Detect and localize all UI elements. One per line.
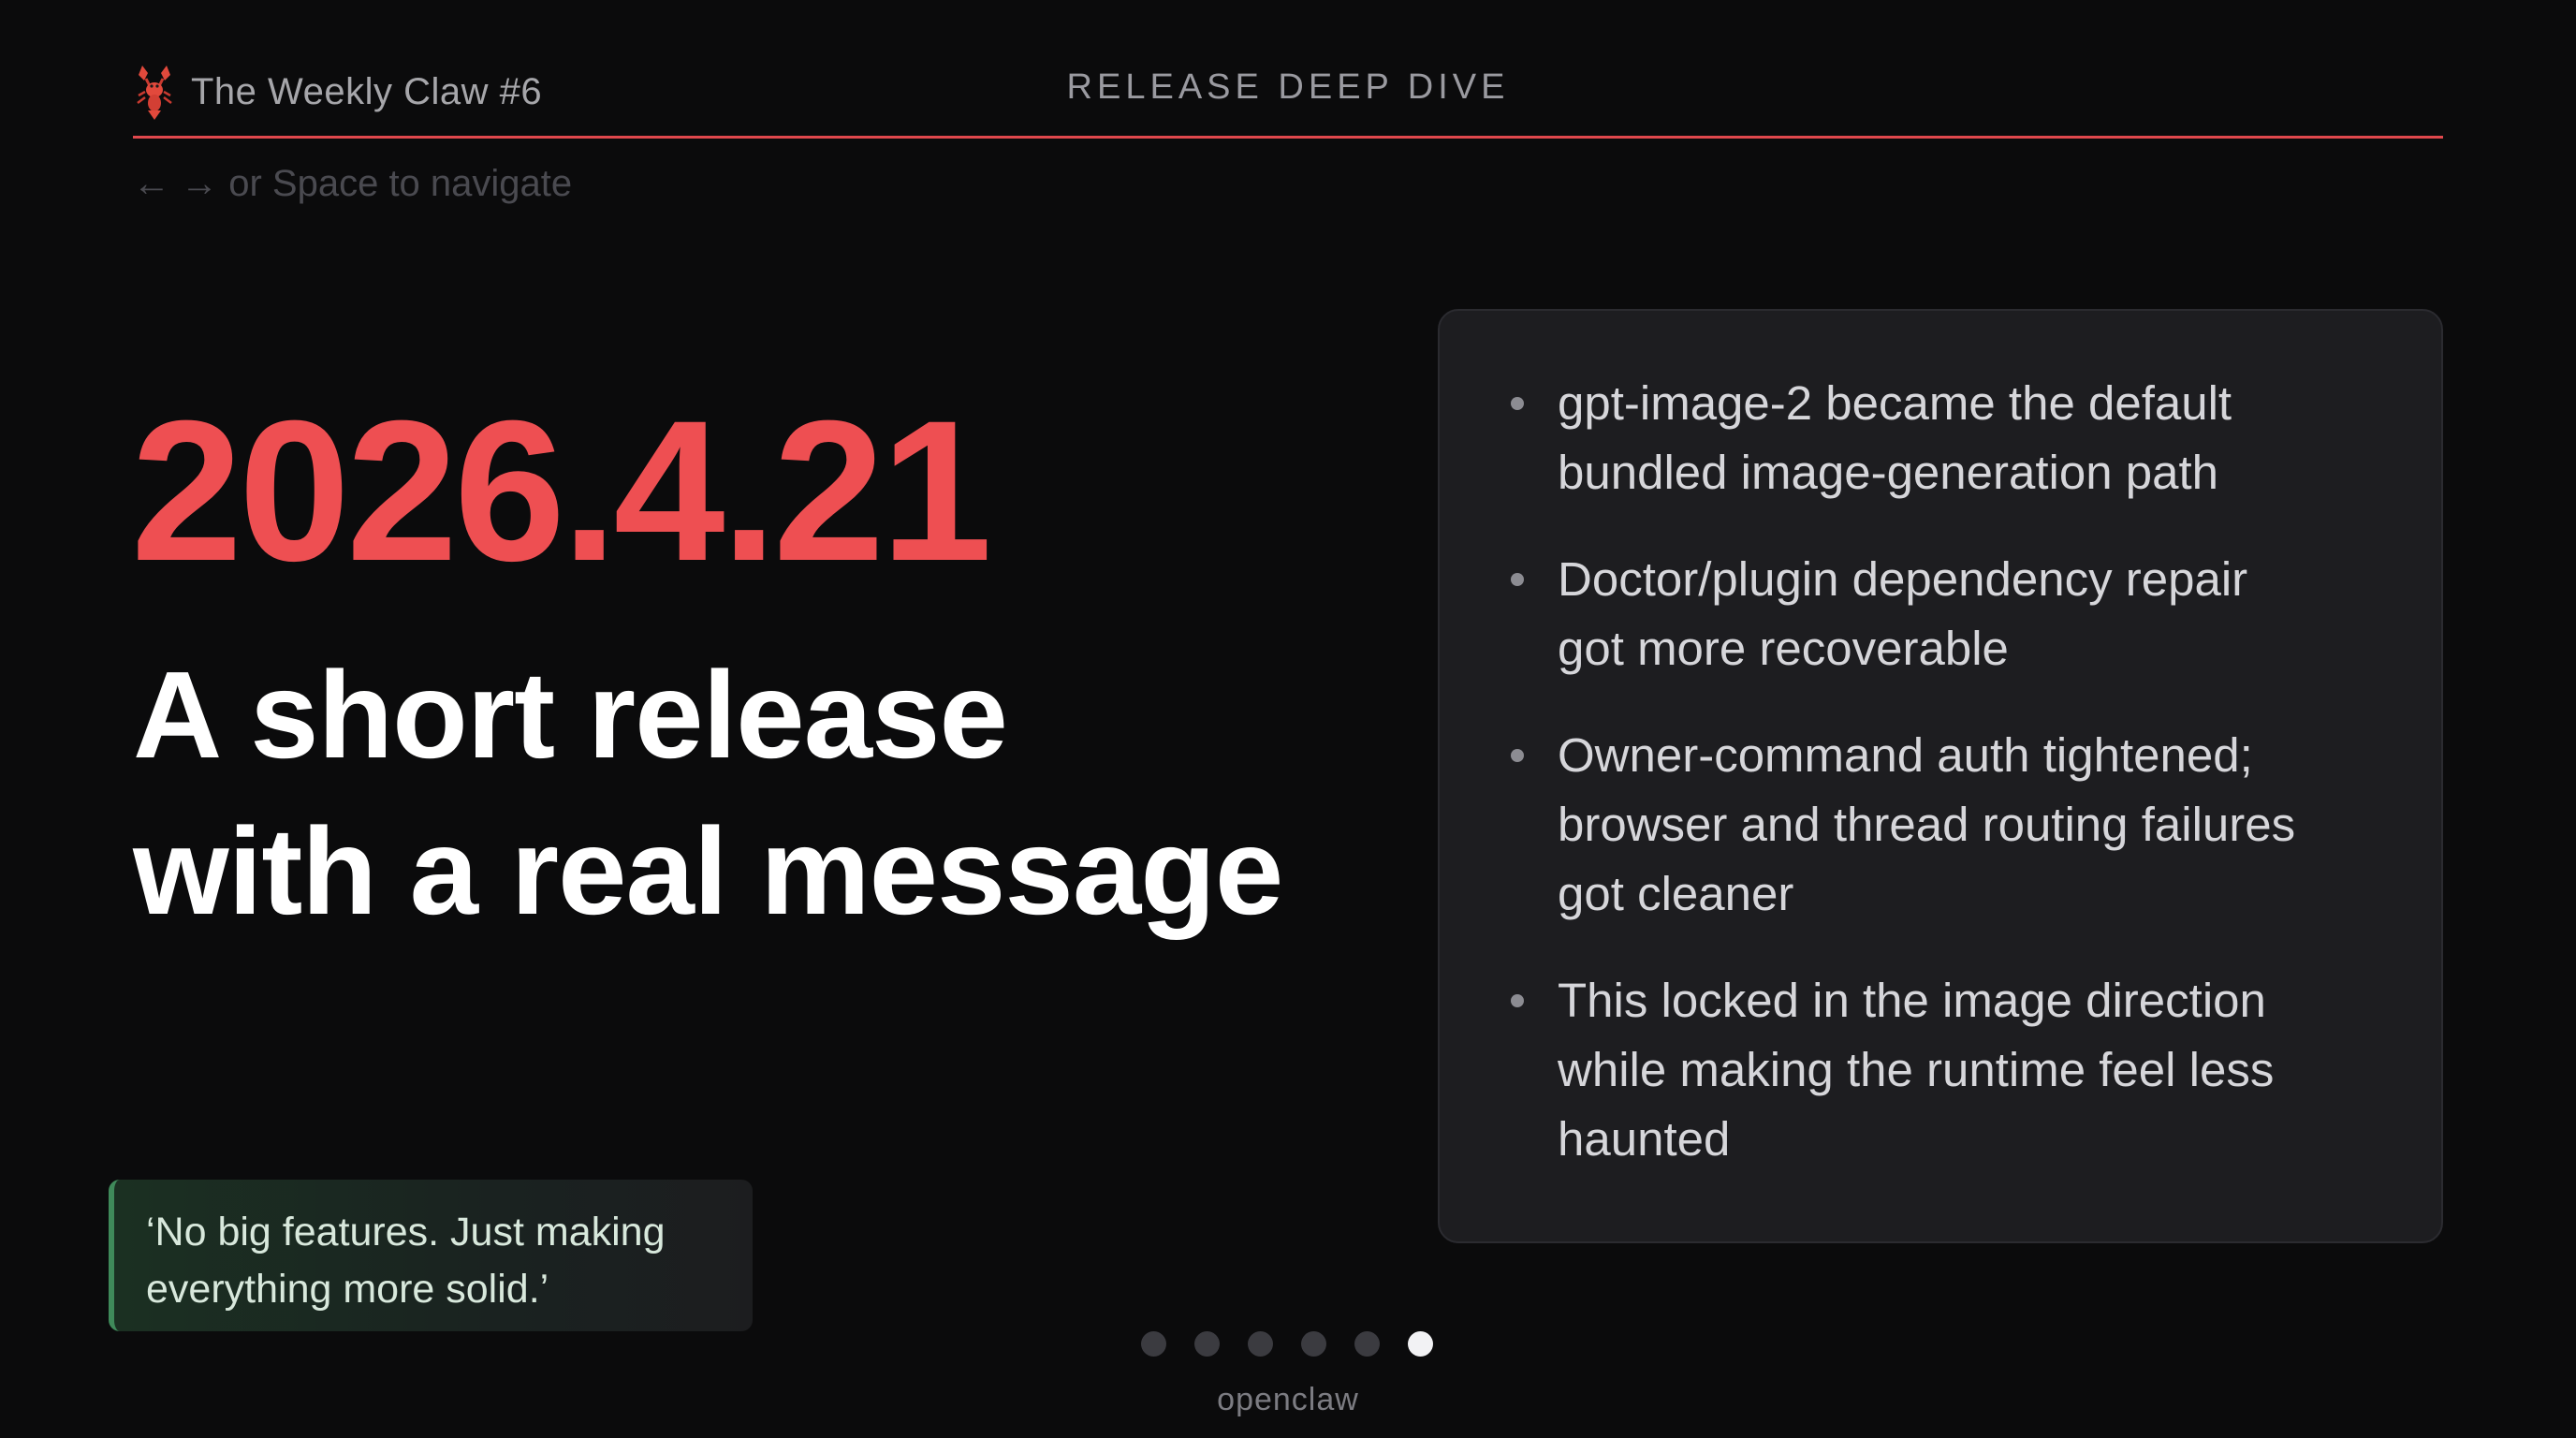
headline-line: with a real message — [133, 802, 1283, 940]
list-item-line: Owner-command auth tightened; — [1558, 728, 2253, 782]
list-item: Owner-command auth tightened; browser an… — [1511, 721, 2404, 929]
bullet-icon — [1511, 397, 1524, 410]
list-item: gpt-image-2 became the default bundled i… — [1511, 369, 2404, 507]
bullet-icon — [1511, 994, 1524, 1007]
list-item: This locked in the image direction while… — [1511, 966, 2404, 1174]
quote-callout: ‘No big features. Just making everything… — [109, 1180, 753, 1331]
pagination-dot[interactable] — [1354, 1331, 1380, 1357]
pagination-dot-active[interactable] — [1408, 1331, 1433, 1357]
bullet-icon — [1511, 749, 1524, 762]
slide-headline: A short release with a real message — [133, 637, 1443, 949]
release-version: 2026.4.21 — [131, 379, 992, 603]
list-item-line: bundled image-generation path — [1558, 446, 2219, 499]
bullet-icon — [1511, 573, 1524, 586]
footer-brand: openclaw — [1217, 1382, 1359, 1417]
quote-text: ‘No big features. Just making everything… — [146, 1204, 724, 1318]
list-item-line: got more recoverable — [1558, 622, 2009, 675]
pagination-dot[interactable] — [1301, 1331, 1326, 1357]
list-item-line: haunted — [1558, 1112, 1731, 1166]
list-item-line: while making the runtime feel less — [1558, 1043, 2275, 1096]
quote-line: everything more solid.’ — [146, 1267, 549, 1312]
section-label: RELEASE DEEP DIVE — [1066, 67, 1510, 107]
list-item-line: browser and thread routing failures — [1558, 798, 2296, 851]
navigation-hint: ← → or Space to navigate — [133, 163, 573, 204]
slide-pagination — [1141, 1331, 1433, 1357]
pagination-dot[interactable] — [1248, 1331, 1273, 1357]
list-item-line: got cleaner — [1558, 867, 1794, 920]
highlights-card: gpt-image-2 became the default bundled i… — [1438, 309, 2443, 1243]
pagination-dot[interactable] — [1194, 1331, 1220, 1357]
headline-line: A short release — [133, 646, 1008, 784]
slide-header: The Weekly Claw #6 RELEASE DEEP DIVE — [133, 58, 2443, 139]
list-item-line: Doctor/plugin dependency repair — [1558, 552, 2248, 606]
list-item: Doctor/plugin dependency repair got more… — [1511, 545, 2404, 683]
pagination-dot[interactable] — [1141, 1331, 1166, 1357]
list-item-line: This locked in the image direction — [1558, 974, 2266, 1027]
quote-line: ‘No big features. Just making — [146, 1210, 666, 1255]
list-item-line: gpt-image-2 became the default — [1558, 376, 2232, 430]
highlights-list: gpt-image-2 became the default bundled i… — [1440, 311, 2441, 1174]
